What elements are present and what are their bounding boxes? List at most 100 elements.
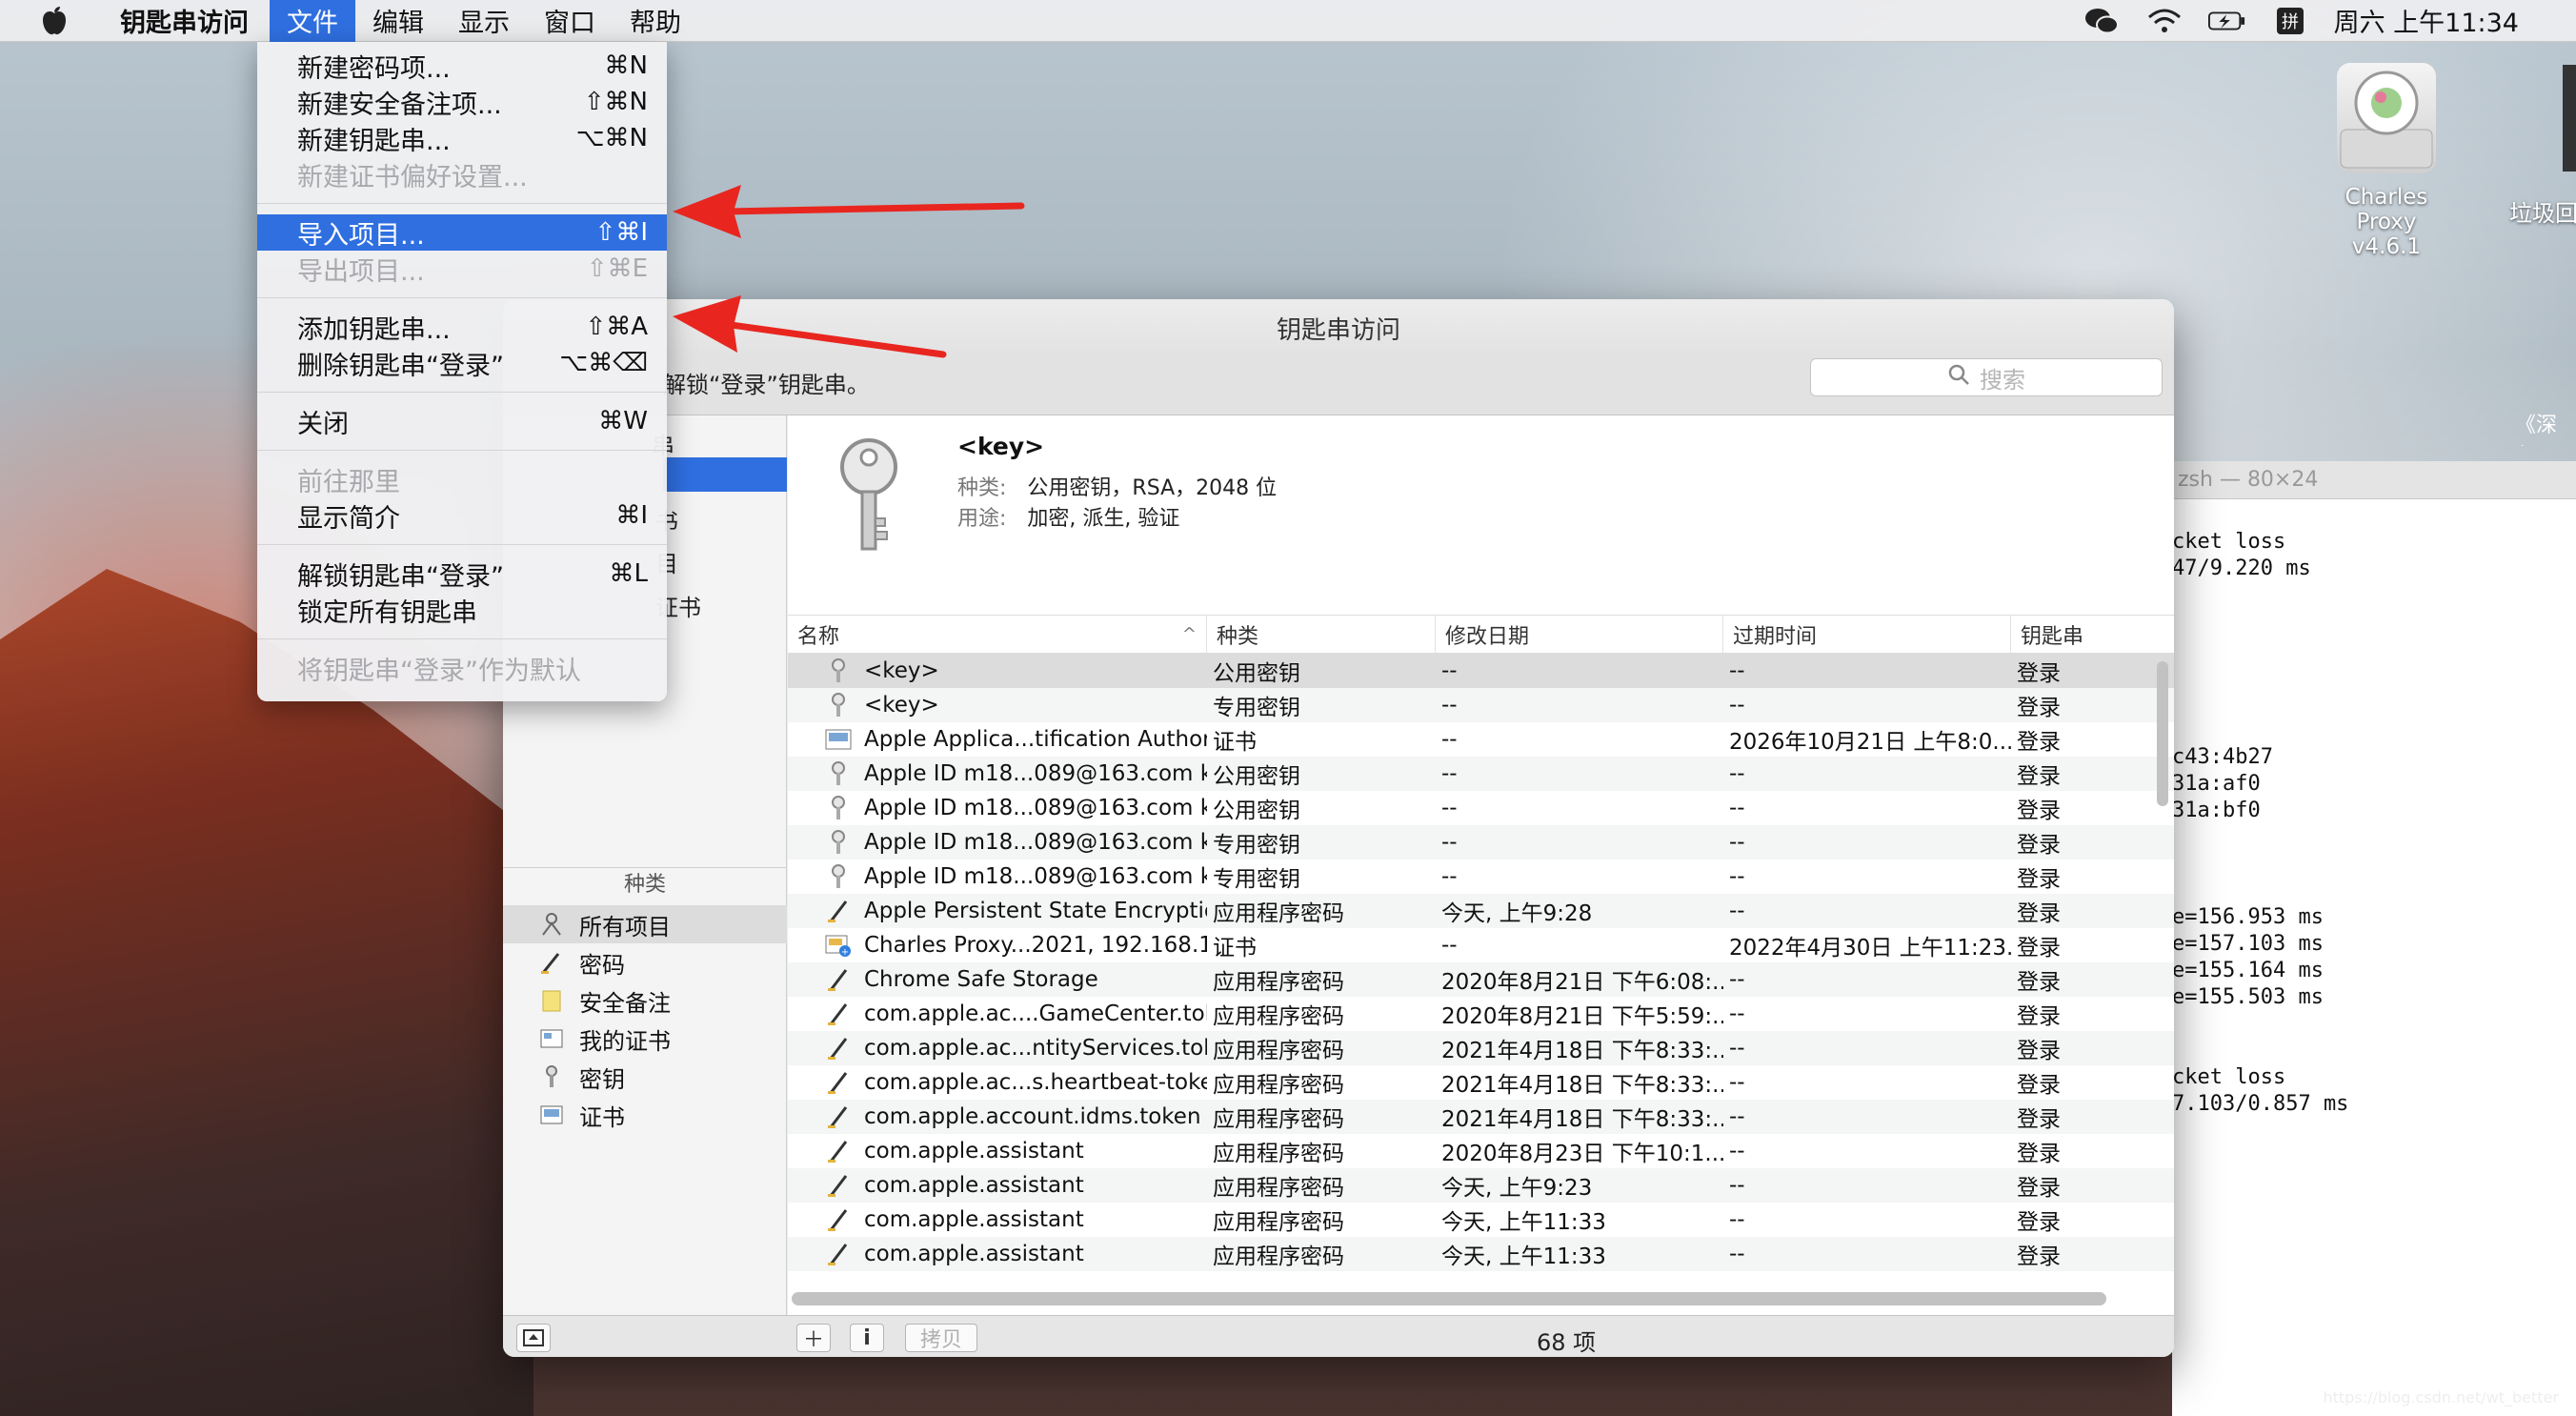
table-row[interactable]: Chrome Safe Storage 应用程序密码 2020年8月21日 下午6:… xyxy=(788,962,2174,997)
menu-item-new-password[interactable]: 新建密码项... ⌘N xyxy=(257,48,667,84)
vertical-scrollbar[interactable] xyxy=(2157,661,2168,806)
wifi-icon[interactable] xyxy=(2145,5,2184,37)
password-icon xyxy=(824,1240,853,1268)
terminal-window[interactable]: zsh — 80×24 cket loss 47/9.220 ms c43:4b… xyxy=(2172,461,2576,1416)
table-row[interactable]: com.apple.ac....GameCenter.token 应用程序密码 20… xyxy=(788,997,2174,1031)
menu-item-get-info[interactable]: 显示简介 ⌘I xyxy=(257,497,667,534)
svg-text:拼: 拼 xyxy=(2282,12,2299,32)
category-secure-notes[interactable]: 安全备注 xyxy=(503,981,787,1020)
table-row[interactable]: com.apple.assistant 应用程序密码 今天, 上午11:33 -- 登录 xyxy=(788,1237,2174,1271)
category-certificates[interactable]: 证书 xyxy=(503,1096,787,1134)
info-button[interactable]: i xyxy=(850,1324,884,1352)
svg-text:+: + xyxy=(841,947,849,958)
terminal-line: 31a:af0 xyxy=(2172,772,2261,796)
category-label: 证书 xyxy=(579,1103,625,1131)
menu-separator xyxy=(257,297,667,298)
menu-item-import-items[interactable]: 导入项目... ⇧⌘I xyxy=(257,214,667,251)
usage-value: 加密, 派生, 验证 xyxy=(1027,507,1180,531)
add-item-button[interactable]: ＋ xyxy=(796,1324,831,1352)
watermark: https://blog.csdn.net/wt_better xyxy=(2323,1388,2559,1406)
cell-kind: 专用密钥 xyxy=(1213,696,1300,720)
menu-item-delete-keychain[interactable]: 删除钥匙串“登录” ⌥⌘⌫ xyxy=(257,345,667,381)
file-menu-dropdown: 新建密码项... ⌘N 新建安全备注项... ⇧⌘N 新建钥匙串... ⌥⌘N 新建证… xyxy=(257,42,667,701)
menu-file[interactable]: 文件 xyxy=(270,0,355,42)
table-row[interactable]: com.apple.assistant 应用程序密码 2020年8月23日 下午10… xyxy=(788,1134,2174,1168)
menu-item-new-secure-note[interactable]: 新建安全备注项... ⇧⌘N xyxy=(257,84,667,120)
table-row[interactable]: <key> 专用密钥 -- -- 登录 xyxy=(788,688,2174,722)
cell-keychain: 登录 xyxy=(2017,867,2061,892)
menu-clock[interactable]: 周六 上午11:34 xyxy=(2334,2,2519,39)
toggle-sidebar-button[interactable] xyxy=(516,1324,551,1352)
table-row[interactable]: com.apple.assistant 应用程序密码 今天, 上午11:33 -- 登录 xyxy=(788,1203,2174,1237)
table-row[interactable]: Apple Applica...tification Authority 证书 --… xyxy=(788,722,2174,757)
cell-keychain: 登录 xyxy=(2017,696,2061,720)
sidebar-selected-keychain[interactable] xyxy=(663,457,787,492)
menu-help[interactable]: 帮助 xyxy=(613,0,698,42)
terminal-line: 31a:bf0 xyxy=(2172,799,2261,822)
charles-proxy-desktop-icon[interactable]: Charles Proxy v4.6.1 xyxy=(2324,63,2448,259)
table-row[interactable]: Apple ID m18...089@163.com key 公用密钥 -- -- 登录 xyxy=(788,757,2174,791)
menu-item-unlock-keychain[interactable]: 解锁钥匙串“登录” ⌘L xyxy=(257,556,667,592)
table-row[interactable]: Apple ID m18...089@163.com key 专用密钥 -- -- 登录 xyxy=(788,825,2174,860)
category-list: 所有项目 密码 安全备注 我的证书 密钥 证书 xyxy=(503,905,787,1134)
category-keys[interactable]: 密钥 xyxy=(503,1058,787,1096)
category-my-certificates[interactable]: 我的证书 xyxy=(503,1020,787,1058)
category-passwords[interactable]: 密码 xyxy=(503,943,787,981)
menu-edit[interactable]: 编辑 xyxy=(355,0,441,42)
category-all-items[interactable]: 所有项目 xyxy=(503,905,787,943)
password-icon xyxy=(824,965,853,994)
cell-name: Apple ID m18...089@163.com key xyxy=(788,794,1207,822)
menu-item-go-there: 前往那里 xyxy=(297,467,400,497)
table-row[interactable]: Apple Persistent State Encryption 应用程序密码 今… xyxy=(788,894,2174,928)
table-row[interactable]: Apple ID m18...089@163.com key 公用密钥 -- -- 登录 xyxy=(788,791,2174,825)
search-field[interactable]: 搜索 xyxy=(1810,358,2163,396)
cell-kind: 应用程序密码 xyxy=(1213,970,1344,995)
cell-keychain: 登录 xyxy=(2017,901,2061,926)
copy-button[interactable]: 拷贝 xyxy=(905,1324,977,1352)
menu-item-close[interactable]: 关闭 ⌘W xyxy=(257,403,667,439)
usage-label: 用途: xyxy=(957,507,1007,531)
category-label: 密钥 xyxy=(579,1065,625,1093)
apple-menu-icon[interactable] xyxy=(38,5,70,37)
column-expires[interactable]: 过期时间 xyxy=(1723,615,2011,654)
table-row[interactable]: Apple ID m18...089@163.com key 专用密钥 -- -- 登录 xyxy=(788,860,2174,894)
menu-item-add-keychain[interactable]: 添加钥匙串... ⇧⌘A xyxy=(257,309,667,345)
input-method-icon[interactable]: 拼 xyxy=(2271,5,2309,37)
cell-expires: -- xyxy=(1729,1139,1745,1163)
table-row[interactable]: com.apple.ac...ntityServices.token 应用程序密码… xyxy=(788,1031,2174,1065)
column-modified[interactable]: 修改日期 xyxy=(1436,615,1723,654)
table-row[interactable]: + Charles Proxy...2021, 192.168.1.4) 证书 -- 2… xyxy=(788,928,2174,962)
cell-kind: 应用程序密码 xyxy=(1213,1142,1344,1166)
menu-app-name[interactable]: 钥匙串访问 xyxy=(103,0,266,42)
column-kind[interactable]: 种类 xyxy=(1207,615,1436,654)
my-certificate-icon xyxy=(537,1024,566,1053)
battery-icon[interactable] xyxy=(2207,5,2246,37)
cell-expires: -- xyxy=(1729,864,1745,889)
cell-kind: 专用密钥 xyxy=(1213,867,1300,892)
column-label: 种类 xyxy=(1217,624,1259,649)
horizontal-scrollbar[interactable] xyxy=(792,1292,2106,1305)
column-keychain[interactable]: 钥匙串 xyxy=(2011,616,2174,654)
menu-item-new-keychain[interactable]: 新建钥匙串... ⌥⌘N xyxy=(257,120,667,156)
menu-item-lock-all[interactable]: 锁定所有钥匙串 xyxy=(257,592,667,628)
cell-modified: 今天, 上午11:33 xyxy=(1441,1210,1606,1235)
terminal-line: cket loss xyxy=(2172,1065,2286,1089)
table-row[interactable]: com.apple.assistant 应用程序密码 今天, 上午9:23 -- 登录 xyxy=(788,1168,2174,1203)
table-row[interactable]: <key> 公用密钥 -- -- 登录 xyxy=(788,654,2174,688)
trash-icon[interactable] xyxy=(2563,65,2576,172)
table-row[interactable]: com.apple.account.idms.token 应用程序密码 2021年4… xyxy=(788,1100,2174,1134)
cell-kind: 应用程序密码 xyxy=(1213,1244,1344,1269)
wechat-icon[interactable] xyxy=(2083,5,2121,37)
menu-window[interactable]: 窗口 xyxy=(527,0,613,42)
column-name[interactable]: 名称 ^ xyxy=(788,615,1207,654)
cell-expires: -- xyxy=(1729,1173,1745,1198)
keychain-access-window[interactable]: 钥匙串访问 解锁“登录”钥匙串。 搜索 串 书 目 证书 种类 所有项目 密码 xyxy=(503,299,2174,1357)
bottom-bar: ＋ i 拷贝 68 项 xyxy=(503,1315,2174,1357)
cell-kind: 应用程序密码 xyxy=(1213,1073,1344,1098)
menu-view[interactable]: 显示 xyxy=(441,0,527,42)
status-area: 拼 周六 上午11:34 xyxy=(2083,2,2576,39)
category-label: 我的证书 xyxy=(579,1027,671,1055)
item-kind-row: 种类: 公用密钥，RSA，2048 位 xyxy=(957,471,1277,501)
cell-name: Apple ID m18...089@163.com key xyxy=(788,862,1207,891)
table-row[interactable]: com.apple.ac...s.heartbeat-token 应用程序密码 20… xyxy=(788,1065,2174,1100)
